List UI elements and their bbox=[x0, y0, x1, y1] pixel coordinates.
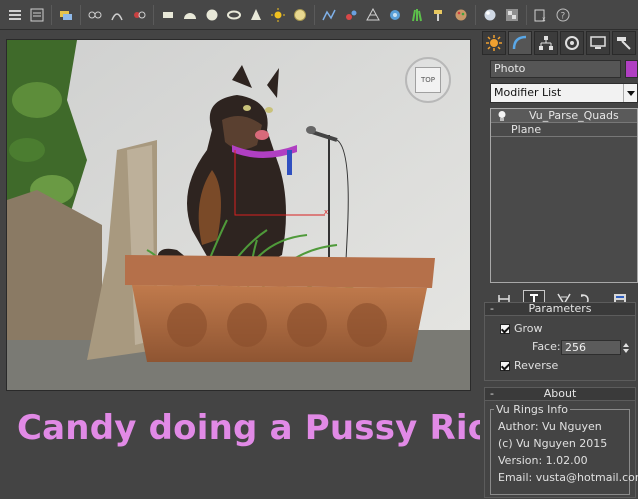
lattice-icon[interactable] bbox=[365, 6, 382, 23]
motion-tab[interactable] bbox=[560, 31, 584, 55]
select-by-name-icon[interactable] bbox=[29, 6, 46, 23]
cone-icon[interactable] bbox=[248, 6, 265, 23]
display-tab[interactable] bbox=[586, 31, 610, 55]
stack-item-label: Vu_Parse_Quads bbox=[529, 109, 619, 122]
viewport-area: x TOP Candy doing a Pussy Riot bbox=[0, 31, 508, 499]
modifier-list-label: Modifier List bbox=[494, 86, 562, 99]
stack-item-modifier[interactable]: Vu_Parse_Quads bbox=[491, 109, 637, 123]
modifier-stack[interactable]: Vu_Parse_Quads Plane bbox=[490, 108, 638, 283]
about-line: (c) Vu Nguyen 2015 bbox=[498, 437, 608, 450]
sphere-icon[interactable] bbox=[204, 6, 221, 23]
grow-checkbox[interactable] bbox=[500, 324, 510, 334]
info-group-label: Vu Rings Info bbox=[494, 403, 570, 416]
svg-text:?: ? bbox=[561, 11, 566, 21]
rollout-collapse-toggle[interactable]: - bbox=[490, 303, 494, 315]
modify-curve-icon bbox=[512, 35, 527, 50]
svg-text:x: x bbox=[324, 208, 328, 216]
command-panel: Photo Modifier List Vu_Parse_Quads Plane bbox=[480, 31, 638, 499]
create-sun-icon bbox=[486, 35, 502, 51]
plane-icon[interactable] bbox=[160, 6, 177, 23]
layer-icon[interactable] bbox=[58, 6, 75, 23]
parameters-rollout: Grow Face: 256 Reverse bbox=[484, 316, 636, 381]
about-rollout-header[interactable]: - About bbox=[484, 387, 636, 401]
utilities-hammer-icon bbox=[617, 37, 631, 50]
toolbar-separator bbox=[153, 4, 154, 25]
caption-text: Candy doing a Pussy Riot bbox=[17, 408, 508, 448]
about-rollout: Vu Rings Info Author: Vu Nguyen (c) Vu N… bbox=[484, 401, 638, 498]
molecule-icon[interactable] bbox=[343, 6, 360, 23]
spline-icon[interactable] bbox=[321, 6, 338, 23]
command-panel-tabs bbox=[480, 31, 638, 57]
face-spinner-field[interactable]: 256 bbox=[561, 340, 621, 355]
motion-icon bbox=[565, 36, 579, 50]
script-icon[interactable]: x bbox=[533, 6, 550, 23]
about-line: Email: vusta@hotmail.com bbox=[498, 471, 638, 484]
object-name-field[interactable]: Photo bbox=[490, 60, 621, 78]
toolbar-separator bbox=[314, 4, 315, 25]
reverse-checkbox[interactable] bbox=[500, 361, 510, 371]
grow-label: Grow bbox=[514, 322, 543, 335]
face-label: Face: bbox=[532, 340, 561, 353]
modify-tab[interactable] bbox=[508, 31, 532, 55]
torus-icon[interactable] bbox=[226, 6, 243, 23]
hierarchy-tab[interactable] bbox=[534, 31, 558, 55]
toolbar-separator bbox=[475, 4, 476, 25]
rollout-collapse-toggle[interactable]: - bbox=[490, 388, 494, 400]
geosphere-icon[interactable] bbox=[292, 6, 309, 23]
material-ball-icon[interactable] bbox=[482, 6, 499, 23]
about-line: Version: 1.02.00 bbox=[498, 454, 588, 467]
hierarchy-icon bbox=[539, 36, 553, 50]
viewcube-label: TOP bbox=[420, 76, 435, 84]
chevron-down-icon[interactable] bbox=[623, 84, 637, 102]
sun-icon[interactable] bbox=[270, 6, 287, 23]
render-icon[interactable] bbox=[504, 6, 521, 23]
link-icon[interactable] bbox=[87, 6, 104, 23]
toolbar-separator bbox=[51, 4, 52, 25]
parameters-rollout-header[interactable]: - Parameters bbox=[484, 302, 636, 316]
toolbar-separator bbox=[80, 4, 81, 25]
object-color-swatch[interactable] bbox=[625, 60, 638, 78]
rollout-title: About bbox=[543, 387, 577, 400]
modifier-list-dropdown[interactable]: Modifier List bbox=[490, 83, 638, 103]
create-tab[interactable] bbox=[482, 31, 506, 55]
stack-divider bbox=[491, 136, 637, 137]
hemisphere-icon[interactable] bbox=[182, 6, 199, 23]
photo-plane-render: x bbox=[7, 40, 470, 390]
grass-icon[interactable] bbox=[409, 6, 426, 23]
viewcube[interactable]: TOP bbox=[405, 57, 451, 103]
paint-icon[interactable] bbox=[453, 6, 470, 23]
reverse-label: Reverse bbox=[514, 359, 559, 372]
stack-item-base[interactable]: Plane bbox=[491, 123, 637, 137]
stack-item-label: Plane bbox=[511, 123, 542, 136]
select-object-icon[interactable] bbox=[7, 6, 24, 23]
bind-spacewarp-icon[interactable] bbox=[109, 6, 126, 23]
hammer-tool-icon[interactable] bbox=[431, 6, 448, 23]
rollout-title: Parameters bbox=[528, 302, 592, 315]
display-monitor-icon bbox=[590, 36, 606, 49]
face-spinner-arrows[interactable] bbox=[621, 340, 631, 355]
viewcube-face[interactable]: TOP bbox=[415, 67, 441, 93]
perspective-viewport[interactable]: x TOP bbox=[6, 39, 471, 391]
main-toolbar: x ? bbox=[0, 0, 638, 30]
teapot-icon[interactable] bbox=[387, 6, 404, 23]
utilities-tab[interactable] bbox=[612, 31, 636, 55]
svg-text:x: x bbox=[542, 16, 546, 22]
toolbar-separator bbox=[526, 4, 527, 25]
help-icon[interactable]: ? bbox=[555, 6, 572, 23]
unlink-icon[interactable] bbox=[131, 6, 148, 23]
about-line: Author: Vu Nguyen bbox=[498, 420, 602, 433]
